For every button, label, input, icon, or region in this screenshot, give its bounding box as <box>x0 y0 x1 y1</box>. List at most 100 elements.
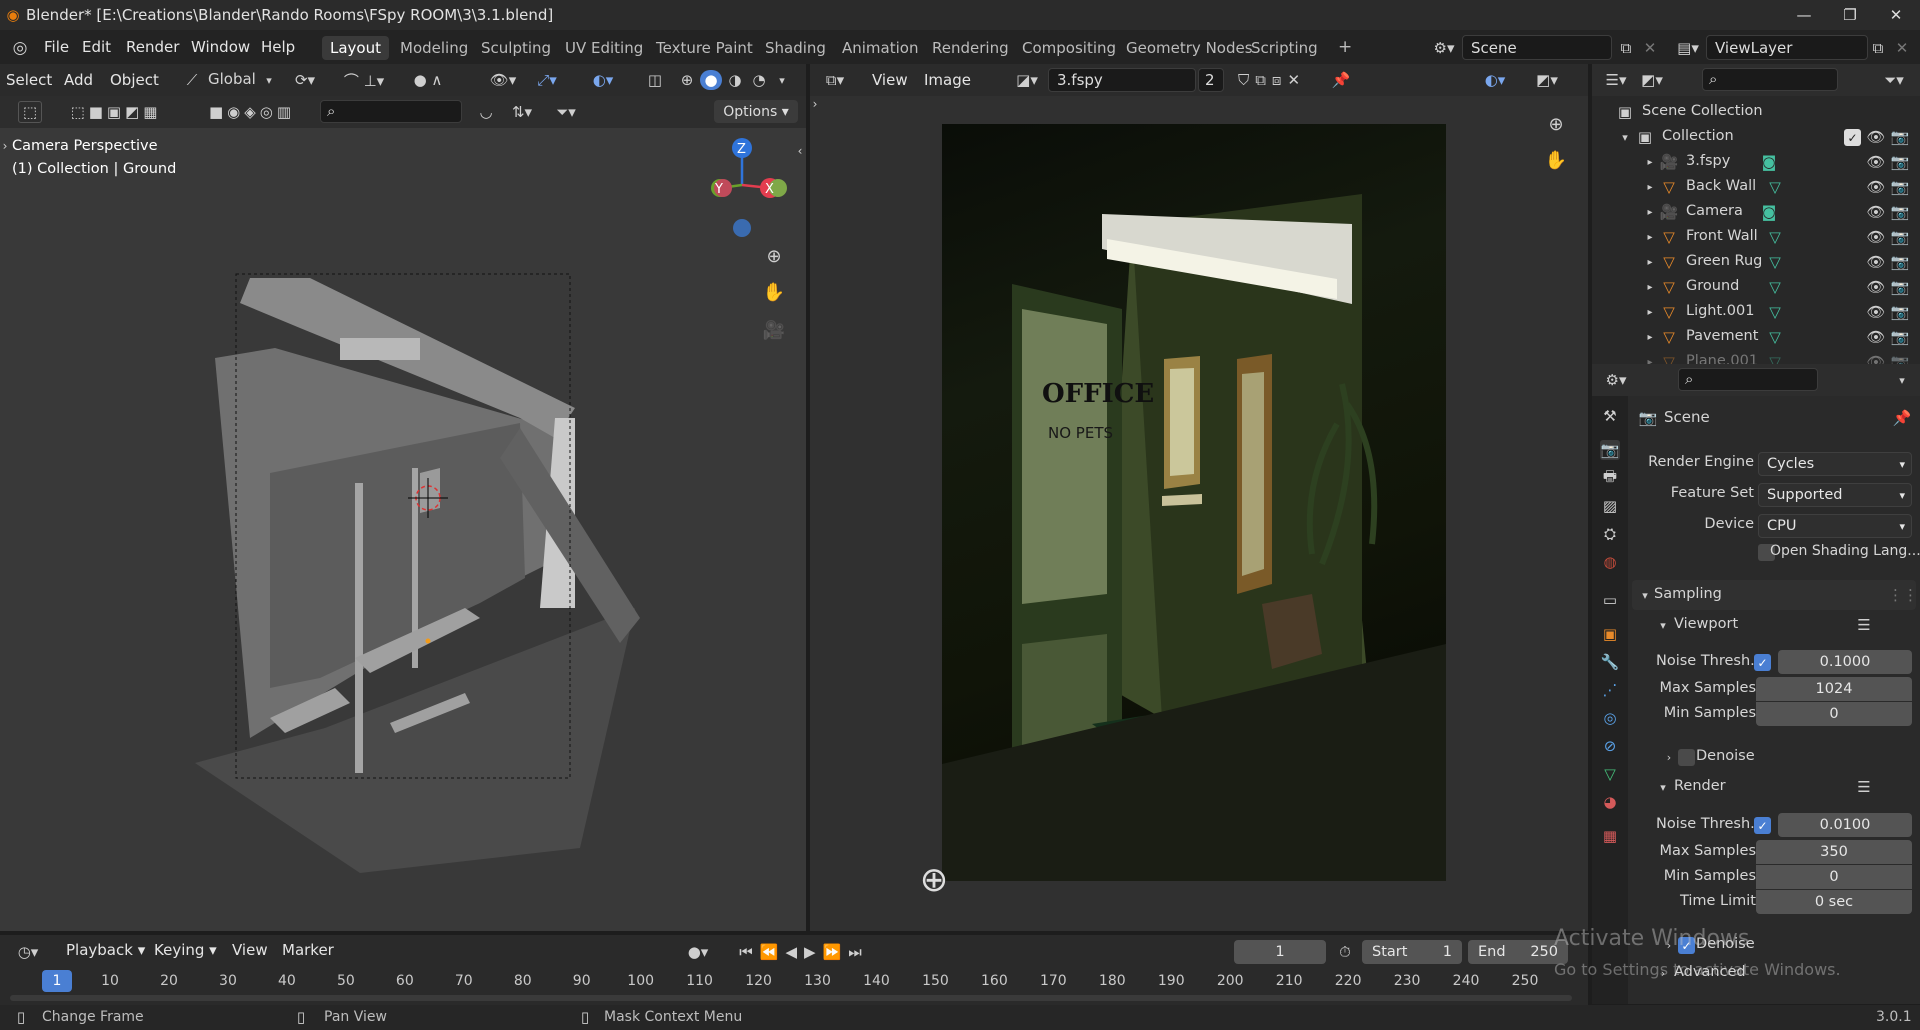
camera-view-icon[interactable]: 🎥 <box>760 316 788 344</box>
visibility-eye-icon[interactable]: 👁 <box>1866 253 1886 271</box>
timeline-scrollbar[interactable] <box>10 995 1572 1001</box>
rendered-shading-icon[interactable]: ◔ <box>748 70 770 90</box>
tab-layout[interactable]: Layout <box>322 36 389 60</box>
tab-shading[interactable]: Shading <box>757 36 834 60</box>
image-zoom-icon[interactable]: ⊕ <box>1542 110 1570 138</box>
tab-compositing[interactable]: Compositing <box>1014 36 1124 60</box>
pan-hand-icon[interactable]: ✋ <box>760 278 788 306</box>
presets-list-icon[interactable]: ☰ <box>1854 616 1874 634</box>
expand-arrow-icon[interactable]: ▸ <box>1644 153 1656 171</box>
overlays-toggle-icon[interactable]: ◐▾ <box>586 70 620 90</box>
image-browse-icon[interactable]: ◪▾ <box>1010 70 1044 90</box>
modifier-tab-icon[interactable]: 🔧 <box>1600 652 1620 672</box>
viewlayer-name-field[interactable]: ViewLayer <box>1706 35 1868 60</box>
render-noise-checkbox[interactable]: ✓ <box>1754 817 1771 834</box>
gizmo-toggle-icon[interactable]: ⤢▾ <box>530 70 564 90</box>
outliner-filter-icon[interactable]: ⏷▾ <box>1876 70 1912 90</box>
select-mode-icons[interactable]: ⬚■▣◩▦ <box>56 101 176 123</box>
outliner-item[interactable]: ▸ ▽ Back Wall ▽ 👁 📷 <box>1592 175 1920 200</box>
proportional-editing-icon[interactable]: ● ∧ <box>402 70 454 90</box>
collection-checkbox[interactable]: ✓ <box>1844 129 1861 146</box>
properties-options-icon[interactable]: ▾ <box>1892 370 1912 390</box>
render-presets-list-icon[interactable]: ☰ <box>1854 778 1874 796</box>
visibility-eye-icon[interactable]: 👁 <box>1866 128 1886 146</box>
world-tab-icon[interactable]: ◍ <box>1600 552 1620 572</box>
outliner-item[interactable]: ▸ ▽ Pavement ▽ 👁 📷 <box>1592 325 1920 350</box>
view-object-types-icon[interactable]: 👁▾ <box>486 70 520 90</box>
tab-scripting[interactable]: Scripting <box>1243 36 1326 60</box>
viewlayer-selector-icon[interactable]: ▤▾ <box>1674 38 1702 58</box>
maximize-button[interactable]: ❐ <box>1827 0 1873 30</box>
render-camera-icon[interactable]: 📷 <box>1890 178 1910 196</box>
expand-arrow-icon[interactable]: ▸ <box>1644 328 1656 346</box>
device-dropdown[interactable]: CPU ▾ <box>1758 514 1912 538</box>
render-camera-icon[interactable]: 📷 <box>1890 128 1910 146</box>
blender-menu-icon[interactable]: ◎ <box>10 38 30 58</box>
expand-arrow-icon[interactable]: ▸ <box>1644 253 1656 271</box>
properties-editor-type-icon[interactable]: ⚙▾ <box>1600 370 1632 390</box>
viewport-noise-field[interactable]: 0.1000 <box>1778 650 1912 674</box>
viewport-min-samples-field[interactable]: 0 <box>1756 702 1912 726</box>
viewport-menu-object[interactable]: Object <box>106 69 163 91</box>
delete-scene-icon[interactable]: ✕ <box>1640 38 1660 58</box>
visibility-eye-icon[interactable]: 👁 <box>1866 203 1886 221</box>
pin-icon[interactable]: 📌 <box>1892 408 1912 428</box>
select-tool-icon[interactable]: ⬚ <box>18 101 42 123</box>
timeline-menu-playback[interactable]: Playback ▾ <box>62 939 149 961</box>
pivot-point-icon[interactable]: ⟳▾ <box>288 70 322 90</box>
gizmo-neg-z[interactable] <box>733 219 751 237</box>
image-toolbar-expand-icon[interactable]: › <box>810 96 820 112</box>
render-camera-icon[interactable]: 📷 <box>1890 203 1910 221</box>
visibility-eye-icon[interactable]: 👁 <box>1866 278 1886 296</box>
expand-arrow-icon[interactable]: ▾ <box>1618 128 1632 146</box>
render-camera-icon[interactable]: 📷 <box>1890 328 1910 346</box>
image-actions-icons[interactable]: ⛉⧉⧈✕ <box>1228 70 1316 90</box>
options-dropdown[interactable]: Options ▾ <box>714 100 798 123</box>
sampling-panel-header[interactable]: ▾ Sampling ⋮⋮ <box>1632 580 1918 610</box>
render-tab-icon[interactable]: 📷 <box>1600 440 1620 460</box>
display-mode-icon[interactable]: ◩▾ <box>1636 70 1668 90</box>
outliner-scene-collection[interactable]: ▣ Scene Collection <box>1592 100 1920 125</box>
render-camera-icon[interactable]: 📷 <box>1890 253 1910 271</box>
menu-file[interactable]: File <box>40 36 73 58</box>
expand-arrow-icon[interactable]: ▸ <box>1644 178 1656 196</box>
outliner-item[interactable]: ▸ ▽ Light.001 ▽ 👁 📷 <box>1592 300 1920 325</box>
output-tab-icon[interactable]: 🖶 <box>1600 467 1620 488</box>
close-button[interactable]: ✕ <box>1873 0 1919 30</box>
minimize-button[interactable]: — <box>1781 0 1827 30</box>
expand-arrow-icon[interactable]: ▸ <box>1644 228 1656 246</box>
menu-edit[interactable]: Edit <box>78 36 115 58</box>
visibility-eye-icon[interactable]: 👁 <box>1866 228 1886 246</box>
particles-tab-icon[interactable]: ⋰ <box>1600 680 1620 700</box>
expand-arrow-icon[interactable]: ▸ <box>1644 278 1656 296</box>
viewport-max-samples-field[interactable]: 1024 <box>1756 677 1912 701</box>
mesh-data-icon[interactable]: ▽ <box>1764 278 1786 296</box>
visibility-eye-icon[interactable]: 👁 <box>1866 328 1886 346</box>
tool-tab-icon[interactable]: ⚒ <box>1600 406 1620 426</box>
viewport-menu-select[interactable]: Select <box>2 69 56 91</box>
visibility-eye-icon[interactable]: 👁 <box>1866 303 1886 321</box>
stopwatch-icon[interactable]: ⏱ <box>1334 941 1356 963</box>
transform-orientation-icon[interactable]: ⟋ <box>182 70 202 90</box>
tab-modeling[interactable]: Modeling <box>392 36 476 60</box>
editor-type-icon[interactable]: ⧉▾ <box>820 70 850 90</box>
image-overlays-icon[interactable]: ◐▾ <box>1478 70 1512 90</box>
menu-render[interactable]: Render <box>122 36 183 58</box>
image-menu-image[interactable]: Image <box>920 69 975 91</box>
viewport-noise-checkbox[interactable]: ✓ <box>1754 654 1771 671</box>
record-icon[interactable]: ●▾ <box>680 941 716 963</box>
outliner-item[interactable]: ▸ 🎥 Camera ◙ 👁 📷 <box>1592 200 1920 225</box>
tab-texture-paint[interactable]: Texture Paint <box>648 36 761 60</box>
menu-window[interactable]: Window <box>187 36 254 58</box>
timeline-menu-keying[interactable]: Keying ▾ <box>150 939 221 961</box>
delete-viewlayer-icon[interactable]: ✕ <box>1892 38 1912 58</box>
image-menu-view[interactable]: View <box>868 69 912 91</box>
drag-handle-icon[interactable]: ⋮⋮ <box>1888 586 1918 604</box>
3d-viewport[interactable]: Z Y X › Camera Perspective (1) Collectio… <box>0 128 806 931</box>
render-camera-icon[interactable]: 📷 <box>1890 278 1910 296</box>
display-channels-icon[interactable]: ◩▾ <box>1530 70 1564 90</box>
material-tab-icon[interactable]: ◕ <box>1600 792 1620 812</box>
playback-controls-icons[interactable]: ⏮⏪◀▶⏩⏭ <box>734 941 874 963</box>
visibility-eye-icon[interactable]: 👁 <box>1866 178 1886 196</box>
render-camera-icon[interactable]: 📷 <box>1890 303 1910 321</box>
